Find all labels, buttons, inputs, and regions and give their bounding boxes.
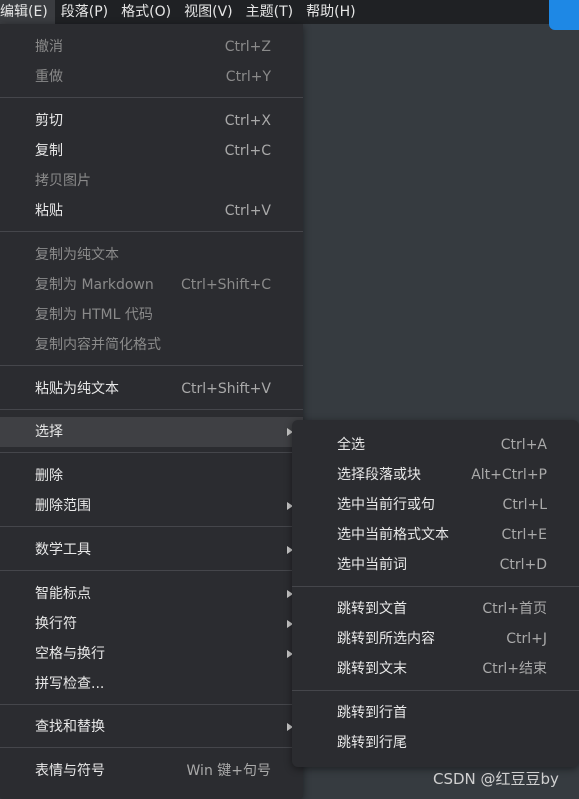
- menu-item-find-replace[interactable]: 查找和替换: [0, 712, 303, 742]
- separator: [0, 97, 303, 98]
- menu-item-copy[interactable]: 复制 Ctrl+C: [0, 136, 303, 166]
- submenu-item-jump-selection[interactable]: 跳转到所选内容 Ctrl+J: [292, 624, 579, 654]
- menu-item-spell-check[interactable]: 拼写检查...: [0, 669, 303, 699]
- separator: [0, 409, 303, 410]
- separator: [0, 704, 303, 705]
- submenu-item-jump-start[interactable]: 跳转到文首 Ctrl+首页: [292, 594, 579, 624]
- submenu-item-jump-line-start[interactable]: 跳转到行首: [292, 698, 579, 728]
- menu-bar: 编辑(E) 段落(P) 格式(O) 视图(V) 主题(T) 帮助(H): [0, 0, 579, 30]
- menu-help[interactable]: 帮助(H): [300, 0, 362, 24]
- menu-item-undo[interactable]: 撤消 Ctrl+Z: [0, 32, 303, 62]
- menu-item-smart-punctuation[interactable]: 智能标点: [0, 579, 303, 609]
- menu-item-cut[interactable]: 剪切 Ctrl+X: [0, 106, 303, 136]
- menu-item-paste[interactable]: 粘贴 Ctrl+V: [0, 196, 303, 226]
- submenu-item-select-all[interactable]: 全选 Ctrl+A: [292, 430, 579, 460]
- menu-item-emoji-symbols[interactable]: 表情与符号 Win 键+句号: [0, 756, 303, 786]
- submenu-item-jump-end[interactable]: 跳转到文末 Ctrl+结束: [292, 654, 579, 684]
- separator: [0, 452, 303, 453]
- watermark: CSDN @红豆豆by: [433, 770, 559, 788]
- menu-item-line-break[interactable]: 换行符: [0, 609, 303, 639]
- menu-edit[interactable]: 编辑(E): [0, 0, 55, 24]
- menu-item-math-tools[interactable]: 数学工具: [0, 535, 303, 565]
- separator: [292, 586, 579, 587]
- submenu-item-jump-line-end[interactable]: 跳转到行尾: [292, 728, 579, 758]
- menu-theme[interactable]: 主题(T): [240, 0, 300, 24]
- submenu-item-select-format[interactable]: 选中当前格式文本 Ctrl+E: [292, 520, 579, 550]
- submenu-item-select-line[interactable]: 选中当前行或句 Ctrl+L: [292, 490, 579, 520]
- menu-view[interactable]: 视图(V): [178, 0, 240, 24]
- menu-item-delete-range[interactable]: 删除范围: [0, 491, 303, 521]
- menu-item-space-newline[interactable]: 空格与换行: [0, 639, 303, 669]
- separator: [0, 231, 303, 232]
- menu-item-copy-html[interactable]: 复制为 HTML 代码: [0, 300, 303, 330]
- menu-item-copy-plain[interactable]: 复制为纯文本: [0, 240, 303, 270]
- app-icon[interactable]: [549, 0, 579, 30]
- menu-item-delete[interactable]: 删除: [0, 461, 303, 491]
- menu-format[interactable]: 格式(O): [115, 0, 178, 24]
- separator: [0, 747, 303, 748]
- select-submenu: 全选 Ctrl+A 选择段落或块 Alt+Ctrl+P 选中当前行或句 Ctrl+L …: [292, 420, 579, 767]
- separator: [0, 365, 303, 366]
- menu-item-copy-simplified[interactable]: 复制内容并简化格式: [0, 330, 303, 360]
- submenu-item-select-paragraph[interactable]: 选择段落或块 Alt+Ctrl+P: [292, 460, 579, 490]
- menu-item-select[interactable]: 选择: [0, 417, 303, 447]
- edit-menu: 撤消 Ctrl+Z 重做 Ctrl+Y 剪切 Ctrl+X 复制 Ctrl+C 拷贝图片…: [0, 24, 303, 799]
- menu-item-copy-image[interactable]: 拷贝图片: [0, 166, 303, 196]
- menu-item-redo[interactable]: 重做 Ctrl+Y: [0, 62, 303, 92]
- menu-item-paste-plain[interactable]: 粘贴为纯文本 Ctrl+Shift+V: [0, 374, 303, 404]
- separator: [0, 570, 303, 571]
- separator: [292, 690, 579, 691]
- menu-item-copy-markdown[interactable]: 复制为 Markdown Ctrl+Shift+C: [0, 270, 303, 300]
- submenu-item-select-word[interactable]: 选中当前词 Ctrl+D: [292, 550, 579, 580]
- menu-paragraph[interactable]: 段落(P): [55, 0, 115, 24]
- separator: [0, 526, 303, 527]
